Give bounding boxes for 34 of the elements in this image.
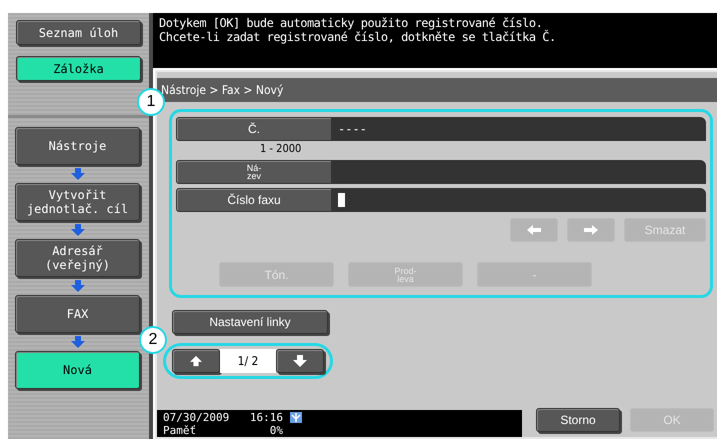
range-hint: 1 - 2000 bbox=[260, 142, 302, 155]
down-arrow-icon bbox=[293, 355, 307, 367]
input-field[interactable] bbox=[332, 160, 706, 184]
memory-value: 0% bbox=[268, 424, 283, 437]
right-arrow-icon bbox=[584, 225, 598, 235]
field-label-button[interactable]: Č. bbox=[176, 117, 332, 141]
time-text: 16:16 bbox=[248, 411, 283, 424]
sidebar-button[interactable]: Seznam úloh bbox=[16, 20, 141, 45]
message-text: Dotykem [OK] bude automaticky použito registrované číslo. bbox=[159, 16, 543, 30]
memory-label: Paměť bbox=[163, 424, 198, 437]
field-label-button[interactable]: Číslo faxu bbox=[176, 188, 332, 212]
field-label-button[interactable]: Ná- zev bbox=[176, 160, 332, 184]
sidebar-button[interactable]: Nástroje bbox=[15, 127, 140, 165]
sidebar-button[interactable]: FAX bbox=[15, 295, 140, 333]
down-arrow-icon bbox=[70, 280, 84, 292]
page-indicator: 1/ 2 bbox=[220, 349, 276, 373]
sidebar-button[interactable]: Vytvořit jednotlač. cíl bbox=[15, 183, 140, 221]
down-arrow-icon bbox=[70, 336, 84, 348]
left-arrow-icon bbox=[527, 225, 541, 235]
input-field[interactable] bbox=[332, 188, 706, 212]
sidebar-button[interactable]: Nová bbox=[15, 351, 140, 389]
down-arrow-icon bbox=[70, 168, 84, 180]
page-down-button[interactable] bbox=[276, 349, 324, 373]
input-field[interactable]: ---- bbox=[332, 117, 706, 141]
sidebar-button[interactable]: Adresář (veřejný) bbox=[15, 239, 140, 277]
network-icon bbox=[289, 411, 303, 424]
date-text: 07/30/2009 bbox=[163, 411, 230, 424]
up-arrow-icon bbox=[190, 355, 202, 367]
page-up-button[interactable] bbox=[172, 349, 220, 373]
down-arrow-icon bbox=[70, 224, 84, 236]
message-text: Chcete-li zadat registrované číslo, dotkněte se tlačítka Č. bbox=[159, 30, 557, 44]
sidebar-button[interactable]: Záložka bbox=[16, 56, 141, 81]
line-settings-button[interactable]: Nastavení linky bbox=[172, 310, 328, 334]
footer-button[interactable]: Storno bbox=[536, 408, 620, 432]
